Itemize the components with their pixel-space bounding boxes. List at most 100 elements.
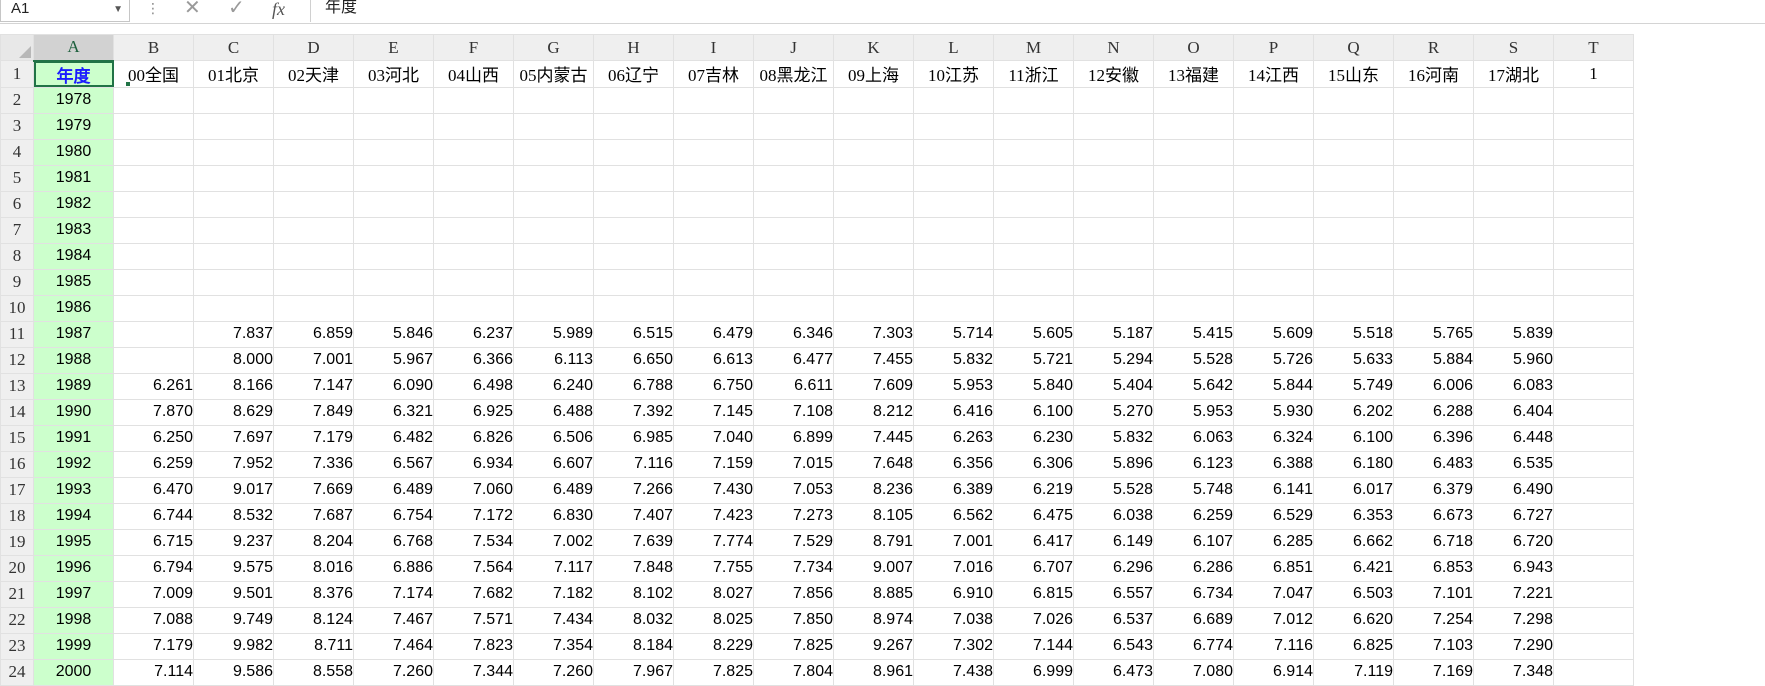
data-cell[interactable]: 7.172 (433, 502, 514, 530)
data-cell[interactable] (273, 268, 354, 296)
data-cell[interactable]: 5.726 (1233, 346, 1314, 374)
data-cell-empty[interactable] (1553, 554, 1634, 582)
data-cell[interactable]: 8.236 (833, 476, 914, 504)
data-cell[interactable] (1073, 190, 1154, 218)
data-cell[interactable] (593, 86, 674, 114)
data-cell[interactable]: 6.673 (1393, 502, 1474, 530)
data-cell[interactable]: 6.607 (513, 450, 594, 478)
data-cell-empty[interactable] (1553, 606, 1634, 634)
data-cell[interactable] (513, 86, 594, 114)
data-cell[interactable]: 6.744 (113, 502, 194, 530)
row-header-9[interactable]: 9 (0, 268, 34, 296)
data-cell[interactable]: 6.788 (593, 372, 674, 400)
data-cell[interactable]: 6.366 (433, 346, 514, 374)
data-cell[interactable]: 7.344 (433, 658, 514, 686)
column-header-C[interactable]: C (193, 34, 274, 61)
data-cell[interactable] (1153, 112, 1234, 140)
data-cell[interactable] (753, 268, 834, 296)
data-cell[interactable] (1313, 242, 1394, 270)
year-cell[interactable]: 1986 (33, 294, 114, 322)
data-cell[interactable] (833, 190, 914, 218)
data-cell[interactable]: 6.853 (1393, 554, 1474, 582)
data-cell[interactable] (353, 294, 434, 322)
data-cell[interactable]: 7.144 (993, 632, 1074, 660)
data-cell[interactable]: 7.001 (913, 528, 994, 556)
data-cell[interactable]: 6.943 (1473, 554, 1554, 582)
column-header-P[interactable]: P (1233, 34, 1314, 61)
data-cell[interactable] (353, 86, 434, 114)
data-cell[interactable]: 6.503 (1313, 580, 1394, 608)
data-cell[interactable] (833, 138, 914, 166)
data-cell[interactable] (433, 86, 514, 114)
data-cell[interactable] (673, 242, 754, 270)
data-cell[interactable]: 9.017 (193, 476, 274, 504)
data-cell[interactable]: 6.416 (913, 398, 994, 426)
data-cell[interactable]: 7.849 (273, 398, 354, 426)
data-cell[interactable]: 5.270 (1073, 398, 1154, 426)
data-cell[interactable]: 7.116 (1233, 632, 1314, 660)
column-header-T[interactable]: T (1553, 34, 1634, 61)
data-cell[interactable] (1393, 242, 1474, 270)
data-cell[interactable] (1393, 164, 1474, 192)
row-header-21[interactable]: 21 (0, 580, 34, 608)
data-cell[interactable]: 7.103 (1393, 632, 1474, 660)
data-cell[interactable] (1153, 294, 1234, 322)
data-cell[interactable]: 6.689 (1153, 606, 1234, 634)
year-cell[interactable]: 1998 (33, 606, 114, 634)
data-cell[interactable]: 7.952 (193, 450, 274, 478)
data-cell[interactable]: 6.063 (1153, 424, 1234, 452)
data-cell[interactable]: 6.830 (513, 502, 594, 530)
column-header-E[interactable]: E (353, 34, 434, 61)
data-cell-empty[interactable] (1553, 632, 1634, 660)
data-cell[interactable] (753, 216, 834, 244)
data-cell[interactable] (593, 138, 674, 166)
data-cell[interactable] (353, 138, 434, 166)
data-cell[interactable] (273, 164, 354, 192)
header-cell[interactable]: 04山西 (433, 60, 514, 88)
data-cell[interactable]: 8.032 (593, 606, 674, 634)
data-cell[interactable]: 7.290 (1473, 632, 1554, 660)
header-cell[interactable]: 05内蒙古 (513, 60, 594, 88)
data-cell[interactable] (1153, 138, 1234, 166)
data-cell[interactable] (1473, 138, 1554, 166)
data-cell[interactable]: 6.489 (353, 476, 434, 504)
data-cell[interactable]: 6.107 (1153, 528, 1234, 556)
row-header-3[interactable]: 3 (0, 112, 34, 140)
data-cell-empty[interactable] (1553, 86, 1634, 114)
data-cell[interactable] (1073, 138, 1154, 166)
column-header-H[interactable]: H (593, 34, 674, 61)
data-cell[interactable] (1473, 164, 1554, 192)
data-cell[interactable] (273, 190, 354, 218)
data-cell[interactable]: 6.506 (513, 424, 594, 452)
row-header-4[interactable]: 4 (0, 138, 34, 166)
data-cell[interactable] (753, 242, 834, 270)
data-cell[interactable]: 9.267 (833, 632, 914, 660)
data-cell[interactable]: 7.354 (513, 632, 594, 660)
column-header-B[interactable]: B (113, 34, 194, 61)
data-cell[interactable]: 9.237 (193, 528, 274, 556)
row-header-10[interactable]: 10 (0, 294, 34, 322)
data-cell[interactable] (1313, 164, 1394, 192)
data-cell[interactable] (993, 138, 1074, 166)
data-cell[interactable]: 7.040 (673, 424, 754, 452)
data-cell[interactable]: 7.145 (673, 398, 754, 426)
row-header-11[interactable]: 11 (0, 320, 34, 348)
data-cell[interactable]: 7.221 (1473, 580, 1554, 608)
year-cell[interactable]: 1988 (33, 346, 114, 374)
data-cell[interactable]: 6.851 (1233, 554, 1314, 582)
data-cell[interactable]: 6.815 (993, 580, 1074, 608)
data-cell[interactable]: 6.346 (753, 320, 834, 348)
data-cell[interactable] (593, 216, 674, 244)
data-cell[interactable] (833, 164, 914, 192)
data-cell[interactable] (353, 216, 434, 244)
data-cell[interactable] (433, 216, 514, 244)
data-cell[interactable] (353, 268, 434, 296)
year-cell[interactable]: 1993 (33, 476, 114, 504)
column-header-N[interactable]: N (1073, 34, 1154, 61)
data-cell[interactable] (1473, 112, 1554, 140)
row-header-2[interactable]: 2 (0, 86, 34, 114)
header-cell[interactable]: 12安徽 (1073, 60, 1154, 88)
data-cell[interactable]: 6.899 (753, 424, 834, 452)
header-cell[interactable]: 17湖北 (1473, 60, 1554, 88)
data-cell[interactable]: 6.180 (1313, 450, 1394, 478)
